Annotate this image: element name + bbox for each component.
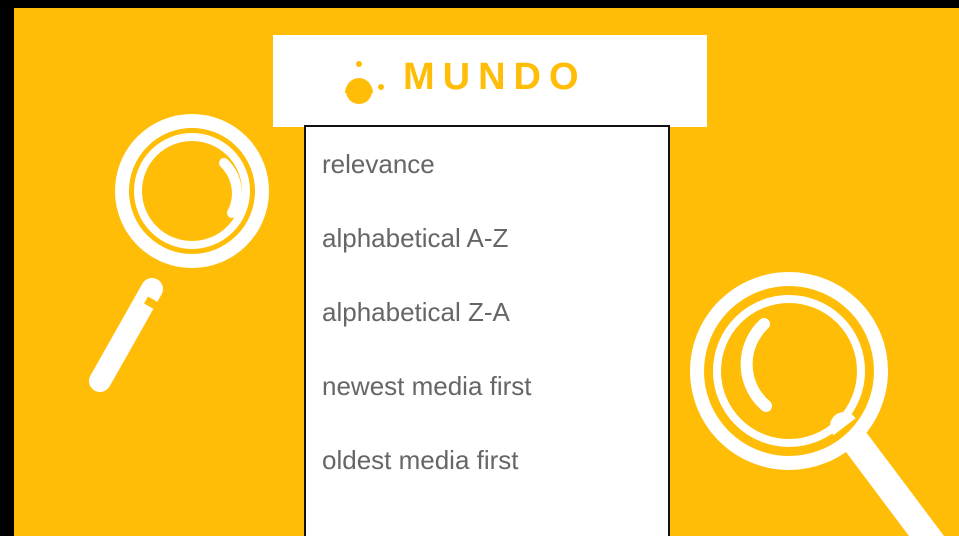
- mundo-dot-logo-icon: [345, 61, 384, 104]
- magnifier-icon: [690, 272, 944, 536]
- background-panel: MUNDO relevance alphabetical A-Z alphabe…: [14, 8, 959, 536]
- brand-name: MUNDO: [403, 56, 587, 98]
- sort-option-alphabetical-a-z[interactable]: alphabetical A-Z: [322, 223, 508, 254]
- screen-frame: MUNDO relevance alphabetical A-Z alphabe…: [0, 0, 959, 536]
- sort-option-alphabetical-z-a[interactable]: alphabetical Z-A: [322, 297, 510, 328]
- logo-bar: MUNDO: [273, 35, 707, 127]
- sort-option-newest-first[interactable]: newest media first: [322, 371, 532, 402]
- sort-option-relevance[interactable]: relevance: [322, 149, 435, 180]
- sort-options-dropdown[interactable]: relevance alphabetical A-Z alphabetical …: [304, 125, 670, 536]
- magnifier-icon: [89, 114, 269, 392]
- sort-option-oldest-first[interactable]: oldest media first: [322, 445, 519, 476]
